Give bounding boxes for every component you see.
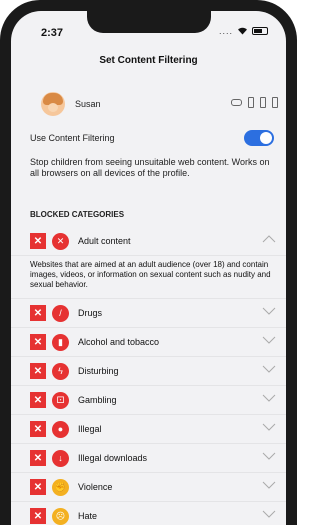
dice-icon: ⚀ — [52, 391, 69, 409]
lightning-icon: ϟ — [52, 362, 69, 380]
category-label: Gambling — [78, 395, 117, 405]
category-list: ✕ ✕ Adult content Websites that are aime… — [11, 227, 286, 525]
profile-row[interactable]: Susan — [11, 83, 286, 125]
status-time: 2:37 — [41, 27, 64, 39]
bottle-icon: ▮ — [52, 333, 69, 351]
remove-icon[interactable]: ✕ — [30, 233, 46, 249]
chevron-down-icon[interactable] — [262, 365, 276, 373]
blocked-categories-header: BLOCKED CATEGORIES — [30, 210, 125, 219]
category-label: Disturbing — [78, 366, 119, 376]
content-filter-toggle[interactable] — [244, 130, 274, 146]
chevron-down-icon[interactable] — [262, 452, 276, 460]
chevron-down-icon[interactable] — [262, 394, 276, 402]
phone-screen: 2:37 .... Set Content Filtering Susan Us… — [11, 11, 286, 525]
category-label: Illegal downloads — [78, 453, 148, 463]
chevron-down-icon[interactable] — [262, 510, 276, 518]
fist-icon: ✊ — [52, 478, 69, 496]
avatar — [41, 92, 65, 116]
remove-icon[interactable]: ✕ — [30, 508, 46, 524]
wifi-icon — [238, 27, 247, 35]
remove-icon[interactable]: ✕ — [30, 450, 46, 466]
category-row-disturbing[interactable]: ✕ ϟ Disturbing — [11, 357, 286, 386]
remove-icon[interactable]: ✕ — [30, 479, 46, 495]
chevron-down-icon[interactable] — [262, 336, 276, 344]
content-filter-row: Use Content Filtering — [11, 127, 286, 149]
phone-device-icon — [272, 97, 278, 108]
content-filter-label: Use Content Filtering — [30, 133, 115, 143]
filter-description: Stop children from seeing unsuitable web… — [30, 157, 270, 178]
thief-icon: ● — [52, 420, 69, 438]
syringe-icon: / — [52, 304, 69, 322]
page-title: Set Content Filtering — [99, 55, 198, 66]
category-label: Alcohol and tobacco — [78, 337, 160, 347]
chevron-down-icon[interactable] — [262, 481, 276, 489]
signal-dots: .... — [218, 26, 233, 36]
phone-device-icon — [248, 97, 254, 108]
chevron-down-icon[interactable] — [262, 423, 276, 431]
category-details: Websites that are aimed at an adult audi… — [11, 256, 286, 299]
category-row-hate[interactable]: ✕ ☹ Hate — [11, 502, 286, 525]
category-row-gambling[interactable]: ✕ ⚀ Gambling — [11, 386, 286, 415]
chevron-up-icon[interactable] — [262, 235, 276, 243]
notch — [87, 11, 211, 33]
phone-device-icon — [260, 97, 266, 108]
category-row-drugs[interactable]: ✕ / Drugs — [11, 299, 286, 328]
status-icons: .... — [219, 26, 268, 36]
remove-icon[interactable]: ✕ — [30, 392, 46, 408]
remove-icon[interactable]: ✕ — [30, 334, 46, 350]
remove-icon[interactable]: ✕ — [30, 305, 46, 321]
angry-icon: ☹ — [52, 507, 69, 525]
battery-icon — [252, 27, 268, 35]
camera-device-icon — [231, 99, 242, 106]
adult-xxx-icon: ✕ — [52, 232, 69, 250]
category-label: Violence — [78, 482, 113, 492]
profile-devices — [231, 97, 278, 108]
category-row-alcohol[interactable]: ✕ ▮ Alcohol and tobacco — [11, 328, 286, 357]
remove-icon[interactable]: ✕ — [30, 421, 46, 437]
category-label: Adult content — [78, 236, 131, 246]
download-icon: ↓ — [52, 449, 69, 467]
category-label: Drugs — [78, 308, 103, 318]
category-label: Illegal — [78, 424, 102, 434]
profile-name: Susan — [75, 99, 101, 109]
category-label: Hate — [78, 511, 98, 521]
category-row-adult-content[interactable]: ✕ ✕ Adult content — [11, 227, 286, 256]
category-row-violence[interactable]: ✕ ✊ Violence — [11, 473, 286, 502]
remove-icon[interactable]: ✕ — [30, 363, 46, 379]
category-row-illegal-downloads[interactable]: ✕ ↓ Illegal downloads — [11, 444, 286, 473]
category-row-illegal[interactable]: ✕ ● Illegal — [11, 415, 286, 444]
chevron-down-icon[interactable] — [262, 307, 276, 315]
